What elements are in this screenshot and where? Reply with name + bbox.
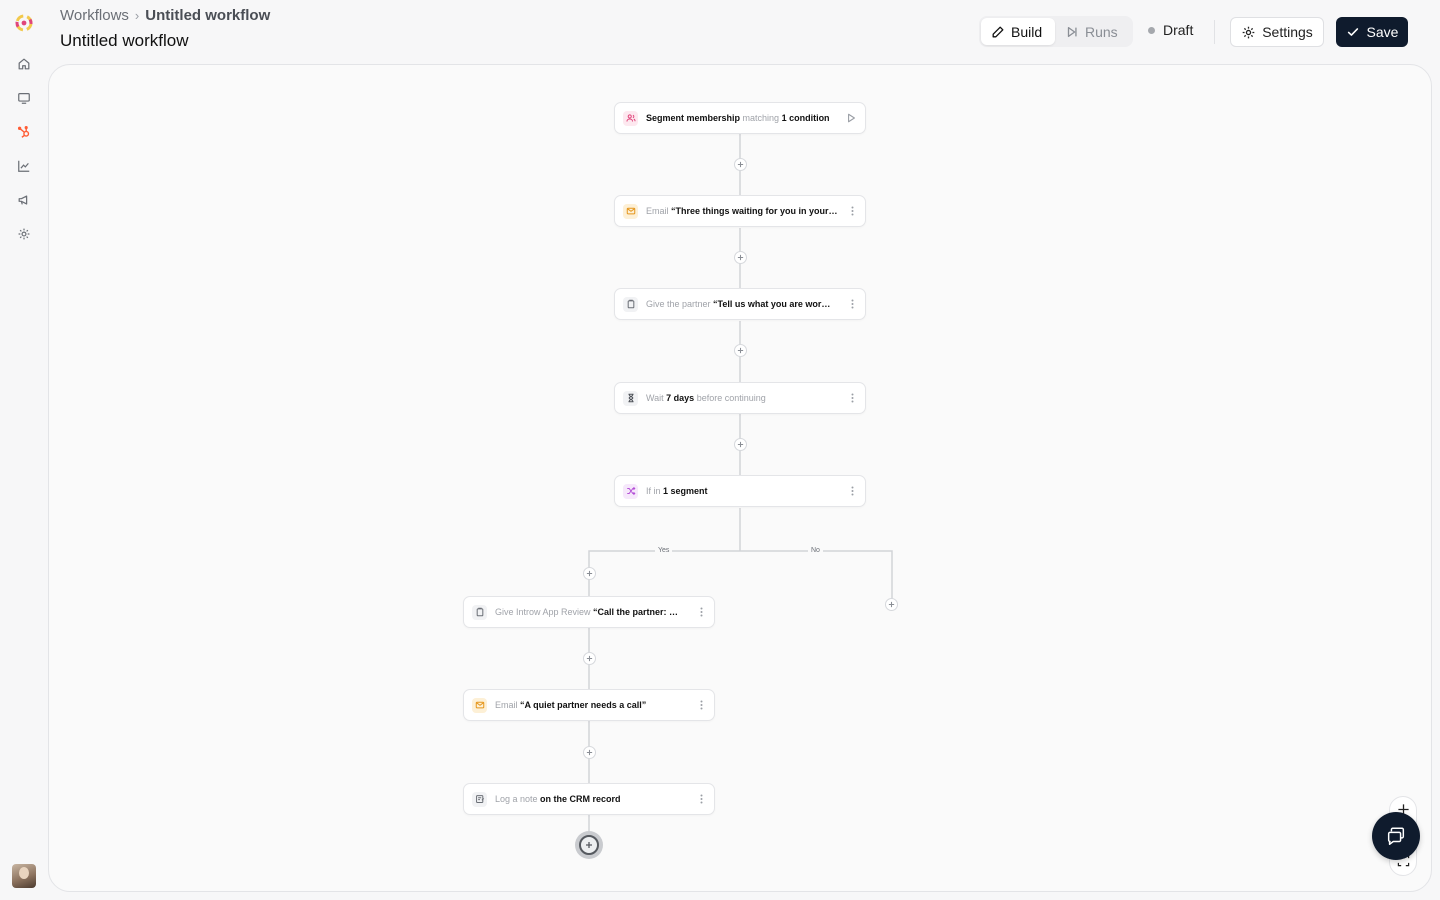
- settings-button[interactable]: Settings: [1230, 17, 1324, 47]
- step-email-type: Email: [646, 206, 672, 216]
- step-branch-node[interactable]: If in 1 segment: [614, 475, 866, 507]
- yes-step-note-text: Log a note on the CRM record: [495, 794, 690, 804]
- chat-icon: [1385, 825, 1407, 847]
- add-step-button[interactable]: [734, 344, 747, 357]
- step-wait-type: Wait: [646, 393, 667, 403]
- check-icon: [1346, 25, 1360, 39]
- breadcrumb-separator: ›: [134, 8, 140, 23]
- step-email-text: Email “Three things waiting for you in y…: [646, 206, 841, 216]
- app-logo-icon[interactable]: [14, 13, 34, 33]
- yes-step-note-type: Log a note: [495, 794, 541, 804]
- yes-step-email-text: Email “A quiet partner needs a call”: [495, 700, 690, 710]
- chat-button[interactable]: [1372, 812, 1420, 860]
- more-options-icon[interactable]: [847, 204, 857, 218]
- more-options-icon[interactable]: [696, 605, 706, 619]
- yes-step-task-node[interactable]: Give Introw App Review “Call the partner…: [463, 596, 715, 628]
- breadcrumb: Workflows › Untitled workflow: [60, 7, 270, 24]
- yes-step-task-text: Give Introw App Review “Call the partner…: [495, 607, 690, 617]
- hubspot-icon[interactable]: [15, 123, 33, 141]
- clipboard-icon: [472, 604, 487, 620]
- trigger-connector: matching: [740, 113, 782, 123]
- more-options-icon[interactable]: [696, 792, 706, 806]
- page-title[interactable]: Untitled workflow: [60, 31, 189, 51]
- trigger-text: Segment membership matching 1 condition: [646, 113, 841, 123]
- tab-runs[interactable]: Runs: [1055, 18, 1128, 45]
- step-forward-icon: [1065, 25, 1079, 39]
- branch-yes-label: Yes: [655, 547, 673, 554]
- mail-icon: [472, 697, 487, 713]
- status-label: Draft: [1163, 22, 1194, 38]
- step-wait-suffix: before continuing: [694, 393, 766, 403]
- more-options-icon[interactable]: [847, 297, 857, 311]
- plus-icon: [579, 835, 599, 855]
- status-dot: [1148, 26, 1155, 34]
- step-task-node[interactable]: Give the partner “Tell us what you are w…: [614, 288, 866, 320]
- monitor-icon[interactable]: [15, 89, 33, 107]
- hourglass-icon: [623, 390, 638, 406]
- add-step-button[interactable]: [583, 746, 596, 759]
- status-badge: Draft: [1148, 22, 1193, 38]
- more-options-icon[interactable]: [847, 391, 857, 405]
- step-task-type: Give the partner: [646, 299, 714, 309]
- workflow-canvas[interactable]: Segment membership matching 1 condition …: [48, 64, 1432, 892]
- add-step-button[interactable]: [734, 438, 747, 451]
- breadcrumb-workflows-link[interactable]: Workflows: [60, 7, 129, 24]
- gear-icon[interactable]: [15, 225, 33, 243]
- home-icon[interactable]: [15, 55, 33, 73]
- save-button-label: Save: [1366, 24, 1399, 40]
- step-email-node[interactable]: Email “Three things waiting for you in y…: [614, 195, 866, 227]
- step-wait-node[interactable]: Wait 7 days before continuing: [614, 382, 866, 414]
- save-button[interactable]: Save: [1336, 17, 1408, 47]
- yes-step-task-type: Give Introw App Review: [495, 607, 594, 617]
- trigger-condition: 1 condition: [781, 113, 830, 123]
- add-step-no-button[interactable]: [885, 598, 898, 611]
- step-branch-text: If in 1 segment: [646, 486, 841, 496]
- yes-step-email-type: Email: [495, 700, 521, 710]
- add-step-button[interactable]: [734, 251, 747, 264]
- header-divider: [1214, 20, 1215, 44]
- note-icon: [472, 791, 487, 807]
- mail-icon: [623, 203, 638, 219]
- pencil-icon: [991, 25, 1005, 39]
- gear-icon: [1241, 25, 1256, 40]
- chart-line-icon[interactable]: [15, 157, 33, 175]
- yes-step-task-title: “Call the partner: …: [593, 607, 679, 617]
- yes-step-note-target: on the CRM record: [540, 794, 621, 804]
- trigger-type: Segment membership: [646, 113, 741, 123]
- step-task-text: Give the partner “Tell us what you are w…: [646, 299, 841, 309]
- breadcrumb-current: Untitled workflow: [145, 7, 271, 24]
- tab-build-label: Build: [1011, 23, 1043, 40]
- play-icon[interactable]: [847, 112, 857, 124]
- tab-runs-label: Runs: [1085, 23, 1118, 40]
- clipboard-icon: [623, 296, 638, 312]
- step-branch-type: If in: [646, 486, 664, 496]
- add-step-yes-button[interactable]: [583, 567, 596, 580]
- step-branch-condition: 1 segment: [663, 486, 708, 496]
- users-icon: [623, 110, 638, 126]
- yes-step-note-node[interactable]: Log a note on the CRM record: [463, 783, 715, 815]
- more-options-icon[interactable]: [696, 698, 706, 712]
- more-options-icon[interactable]: [847, 484, 857, 498]
- megaphone-icon[interactable]: [15, 191, 33, 209]
- left-sidebar: [0, 0, 48, 900]
- settings-button-label: Settings: [1262, 24, 1313, 40]
- yes-step-email-node[interactable]: Email “A quiet partner needs a call”: [463, 689, 715, 721]
- trigger-node[interactable]: Segment membership matching 1 condition: [614, 102, 866, 134]
- branch-no-label: No: [808, 547, 823, 554]
- step-email-subject: “Three things waiting for you in your…: [671, 206, 838, 216]
- step-wait-duration: 7 days: [666, 393, 695, 403]
- avatar[interactable]: [12, 864, 36, 888]
- add-step-button[interactable]: [583, 652, 596, 665]
- shuffle-icon: [623, 483, 638, 499]
- step-wait-text: Wait 7 days before continuing: [646, 393, 841, 403]
- view-tabs: Build Runs: [979, 16, 1133, 47]
- add-final-step-button[interactable]: [575, 831, 603, 859]
- yes-step-email-subject: “A quiet partner needs a call”: [520, 700, 647, 710]
- step-task-title: “Tell us what you are wor…: [713, 299, 831, 309]
- tab-build[interactable]: Build: [981, 18, 1055, 45]
- add-step-button[interactable]: [734, 158, 747, 171]
